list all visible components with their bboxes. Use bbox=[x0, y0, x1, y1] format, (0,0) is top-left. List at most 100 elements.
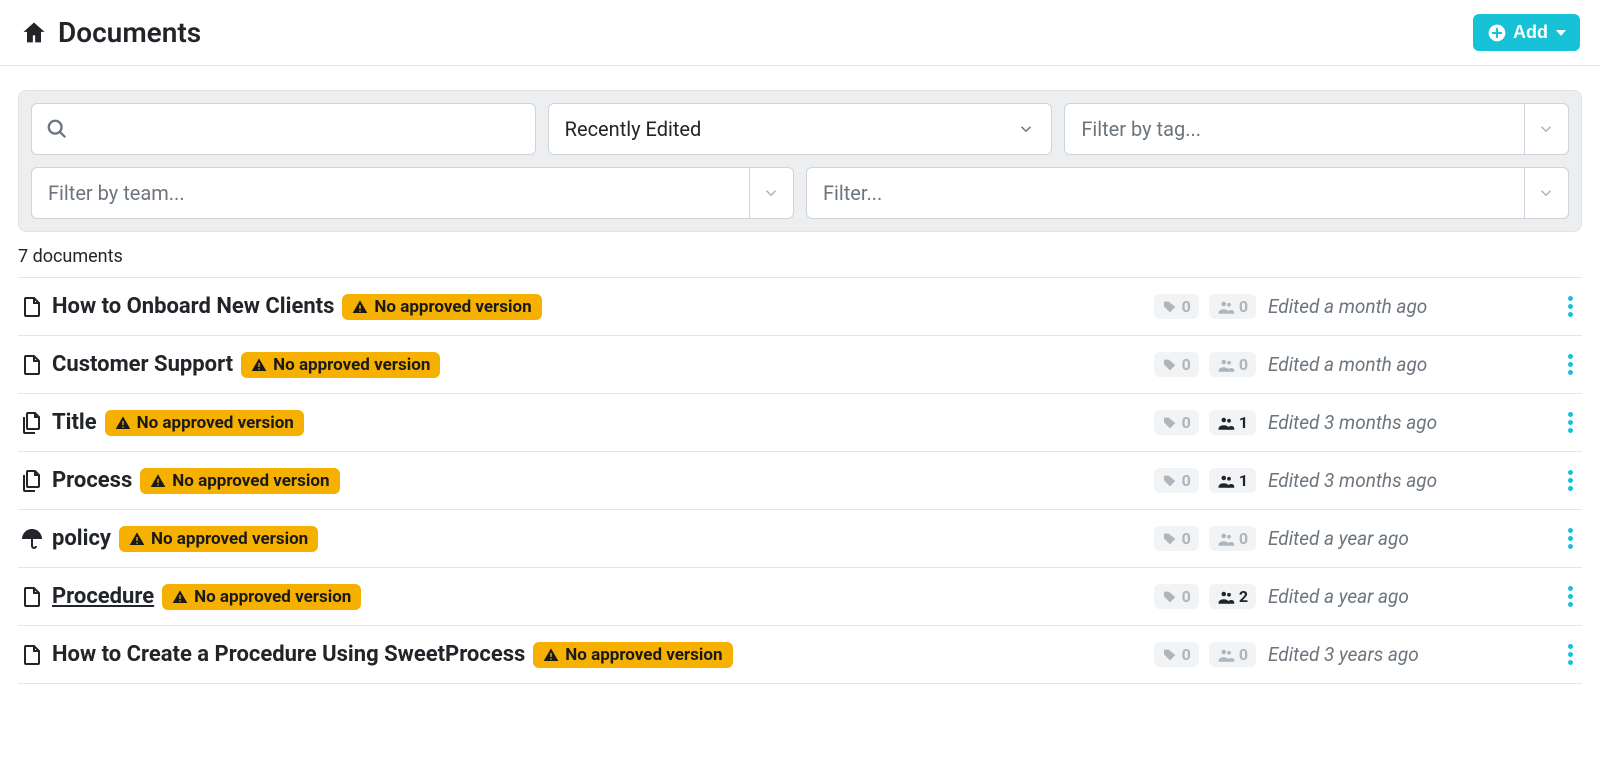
tag-icon bbox=[1162, 589, 1178, 605]
team-icon bbox=[1217, 588, 1235, 606]
document-row[interactable]: Customer Support No approved version 0 0 Edi… bbox=[18, 336, 1582, 394]
add-button[interactable]: Add bbox=[1473, 14, 1580, 51]
warning-icon bbox=[129, 531, 145, 547]
document-main: ProcedureNo approved version bbox=[20, 584, 1124, 610]
document-title[interactable]: Title bbox=[52, 410, 97, 435]
row-menu-button[interactable] bbox=[1560, 408, 1580, 437]
edited-time: Edited a year ago bbox=[1268, 527, 1548, 550]
document-title[interactable]: Procedure bbox=[52, 584, 154, 609]
no-approved-badge: No approved version bbox=[533, 642, 732, 668]
tag-count-pill[interactable]: 0 bbox=[1154, 352, 1199, 377]
edited-time: Edited a month ago bbox=[1268, 295, 1548, 318]
tag-count: 0 bbox=[1182, 355, 1191, 374]
warning-icon bbox=[352, 299, 368, 315]
row-menu-button[interactable] bbox=[1560, 582, 1580, 611]
search-icon bbox=[46, 118, 68, 140]
document-row[interactable]: policy No approved version 0 0 Edited a year… bbox=[18, 510, 1582, 568]
team-count: 0 bbox=[1239, 355, 1248, 374]
row-menu-button[interactable] bbox=[1560, 350, 1580, 379]
team-count-pill[interactable]: 1 bbox=[1209, 410, 1256, 435]
add-button-label: Add bbox=[1513, 22, 1548, 43]
team-count-pill[interactable]: 2 bbox=[1209, 584, 1256, 609]
badge-text: No approved version bbox=[273, 355, 430, 375]
row-menu-button[interactable] bbox=[1560, 640, 1580, 669]
badge-text: No approved version bbox=[565, 645, 722, 665]
tag-count: 0 bbox=[1182, 529, 1191, 548]
page-title: Documents bbox=[58, 16, 201, 49]
tag-icon bbox=[1162, 531, 1178, 547]
tag-count-pill[interactable]: 0 bbox=[1154, 410, 1199, 435]
team-icon bbox=[1217, 298, 1235, 316]
row-menu-button[interactable] bbox=[1560, 466, 1580, 495]
tag-count: 0 bbox=[1182, 587, 1191, 606]
edited-time: Edited 3 years ago bbox=[1268, 643, 1548, 666]
warning-icon bbox=[150, 473, 166, 489]
document-row[interactable]: How to Onboard New Clients No approved ve… bbox=[18, 277, 1582, 336]
search-input-wrap[interactable] bbox=[31, 103, 536, 155]
badge-text: No approved version bbox=[151, 529, 308, 549]
team-count: 1 bbox=[1239, 413, 1248, 432]
document-title[interactable]: policy bbox=[52, 526, 111, 551]
row-menu-button[interactable] bbox=[1560, 292, 1580, 321]
badge-text: No approved version bbox=[137, 413, 294, 433]
team-count-pill[interactable]: 0 bbox=[1209, 642, 1256, 667]
sort-select[interactable]: Recently Edited bbox=[548, 103, 1053, 155]
edited-time: Edited 3 months ago bbox=[1268, 411, 1548, 434]
tag-filter[interactable]: Filter by tag... bbox=[1064, 103, 1569, 155]
document-stats: 01 bbox=[1136, 410, 1256, 435]
warning-icon bbox=[251, 357, 267, 373]
team-icon bbox=[1217, 530, 1235, 548]
row-menu-button[interactable] bbox=[1560, 524, 1580, 553]
tag-count-pill[interactable]: 0 bbox=[1154, 642, 1199, 667]
file-icon bbox=[20, 353, 44, 377]
document-row[interactable]: TitleNo approved version01Edited 3 month… bbox=[18, 394, 1582, 452]
tag-count-pill[interactable]: 0 bbox=[1154, 294, 1199, 319]
team-count-pill[interactable]: 0 bbox=[1209, 352, 1256, 377]
team-filter[interactable]: Filter by team... bbox=[31, 167, 794, 219]
document-count: 7 documents bbox=[0, 246, 1600, 277]
document-title[interactable]: Customer Support bbox=[52, 352, 233, 377]
team-icon bbox=[1217, 646, 1235, 664]
tag-count: 0 bbox=[1182, 413, 1191, 432]
document-row[interactable]: How to Create a Procedure Using SweetPro… bbox=[18, 626, 1582, 684]
sort-select-label: Recently Edited bbox=[565, 117, 702, 141]
warning-icon bbox=[115, 415, 131, 431]
document-title[interactable]: How to Create a Procedure Using SweetPro… bbox=[52, 642, 525, 667]
search-input[interactable] bbox=[32, 104, 535, 154]
document-main: Process No approved version bbox=[20, 468, 1124, 494]
document-stats: 00 bbox=[1136, 294, 1256, 319]
tag-count: 0 bbox=[1182, 471, 1191, 490]
file-icon bbox=[20, 585, 44, 609]
caret-down-icon bbox=[1556, 30, 1566, 36]
document-title[interactable]: How to Onboard New Clients bbox=[52, 294, 334, 319]
chevron-down-icon bbox=[749, 168, 793, 218]
document-stats: 00 bbox=[1136, 642, 1256, 667]
tag-count-pill[interactable]: 0 bbox=[1154, 584, 1199, 609]
document-row[interactable]: ProcessNo approved version01Edited 3 mon… bbox=[18, 452, 1582, 510]
chevron-down-icon bbox=[1017, 120, 1035, 138]
chevron-down-icon bbox=[1524, 104, 1568, 154]
team-count: 0 bbox=[1239, 297, 1248, 316]
home-icon bbox=[20, 19, 48, 47]
document-stats: 01 bbox=[1136, 468, 1256, 493]
team-count-pill[interactable]: 0 bbox=[1209, 294, 1256, 319]
edited-time: Edited a month ago bbox=[1268, 353, 1548, 376]
tag-icon bbox=[1162, 415, 1178, 431]
tag-count-pill[interactable]: 0 bbox=[1154, 526, 1199, 551]
files-icon bbox=[20, 469, 44, 493]
team-count: 0 bbox=[1239, 529, 1248, 548]
team-count-pill[interactable]: 1 bbox=[1209, 468, 1256, 493]
team-filter-label: Filter by team... bbox=[32, 168, 749, 218]
warning-icon bbox=[172, 589, 188, 605]
badge-text: No approved version bbox=[172, 471, 329, 491]
generic-filter[interactable]: Filter... bbox=[806, 167, 1569, 219]
team-count-pill[interactable]: 0 bbox=[1209, 526, 1256, 551]
no-approved-badge: No approved version bbox=[342, 294, 541, 320]
document-row[interactable]: ProcedureNo approved version02Edited a y… bbox=[18, 568, 1582, 626]
document-title[interactable]: Process bbox=[52, 468, 132, 493]
team-icon bbox=[1217, 414, 1235, 432]
document-main: Title No approved version bbox=[20, 410, 1124, 436]
document-main: policy No approved version bbox=[20, 526, 1124, 552]
tag-count-pill[interactable]: 0 bbox=[1154, 468, 1199, 493]
team-icon bbox=[1217, 356, 1235, 374]
